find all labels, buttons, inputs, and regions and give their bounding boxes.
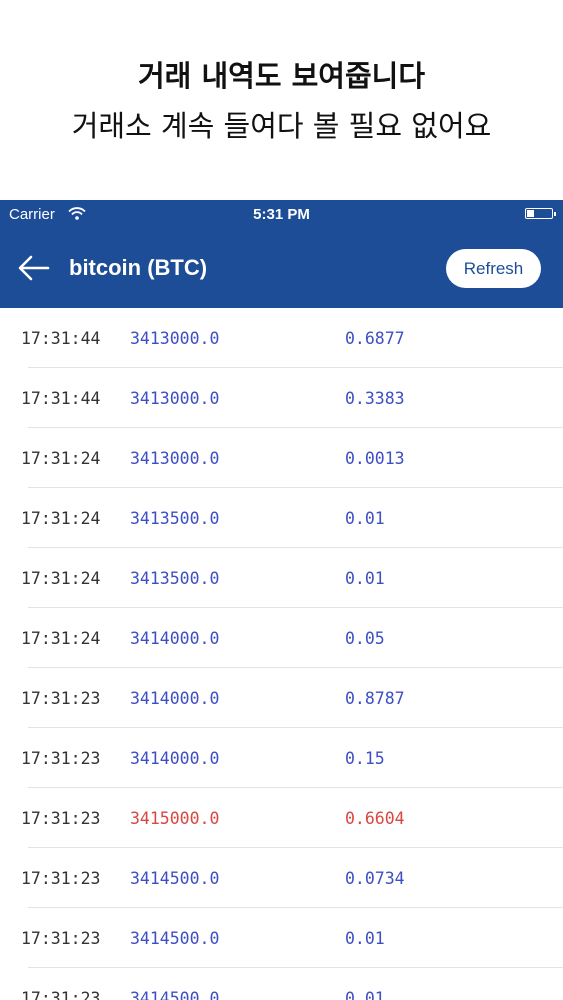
trade-price: 3414000.0 [130, 749, 220, 768]
trade-price: 3413000.0 [130, 449, 220, 468]
trade-row: 17:31:23 3414000.0 0.8787 [0, 668, 563, 728]
trade-row: 17:31:24 3414000.0 0.05 [0, 608, 563, 668]
trade-row: 17:31:24 3413500.0 0.01 [0, 548, 563, 608]
trade-row: 17:31:23 3414500.0 0.01 [0, 908, 563, 968]
trade-price: 3413000.0 [130, 329, 220, 348]
trade-price: 3413500.0 [130, 509, 220, 528]
trade-price: 3413000.0 [130, 389, 220, 408]
trade-row: 17:31:23 3414500.0 0.01 [0, 968, 563, 1000]
trade-time: 17:31:23 [21, 989, 101, 1000]
trade-row: 17:31:23 3414000.0 0.15 [0, 728, 563, 788]
trade-time: 17:31:24 [21, 509, 101, 528]
trade-price: 3414500.0 [130, 929, 220, 948]
trade-amount: 0.15 [345, 749, 385, 768]
trade-row: 17:31:23 3414500.0 0.0734 [0, 848, 563, 908]
status-time: 5:31 PM [253, 206, 310, 223]
promo-banner: 거래 내역도 보여줍니다 거래소 계속 들여다 볼 필요 없어요 [0, 0, 563, 200]
trade-row: 17:31:23 3415000.0 0.6604 [0, 788, 563, 848]
trade-time: 17:31:44 [21, 329, 101, 348]
trade-amount: 0.01 [345, 509, 385, 528]
trade-row: 17:31:24 3413000.0 0.0013 [0, 428, 563, 488]
trade-time: 17:31:23 [21, 869, 101, 888]
trade-amount: 0.01 [345, 569, 385, 588]
trade-time: 17:31:24 [21, 569, 101, 588]
trade-amount: 0.3383 [345, 389, 405, 408]
app-bar: Carrier 5:31 PM bitcoin (BTC) Refresh [0, 200, 563, 308]
trade-amount: 0.6604 [345, 809, 405, 828]
trade-time: 17:31:23 [21, 749, 101, 768]
promo-headline: 거래 내역도 보여줍니다 [138, 59, 425, 93]
trade-time: 17:31:24 [21, 449, 101, 468]
trade-amount: 0.01 [345, 929, 385, 948]
phone-screen: Carrier 5:31 PM bitcoin (BTC) Refresh 17… [0, 200, 563, 1000]
trade-price: 3414500.0 [130, 869, 220, 888]
trade-time: 17:31:23 [21, 689, 101, 708]
trade-price: 3415000.0 [130, 809, 220, 828]
page-title: bitcoin (BTC) [69, 255, 208, 280]
trade-amount: 0.01 [345, 989, 385, 1000]
trade-time: 17:31:23 [21, 929, 101, 948]
trade-row: 17:31:44 3413000.0 0.6877 [0, 308, 563, 368]
refresh-button[interactable]: Refresh [446, 249, 541, 288]
status-bar: Carrier 5:31 PM [0, 200, 563, 228]
trade-amount: 0.0013 [345, 449, 405, 468]
trade-list[interactable]: 17:31:44 3413000.0 0.6877 17:31:44 3413000.0… [0, 308, 563, 1000]
trade-price: 3413500.0 [130, 569, 220, 588]
trade-amount: 0.05 [345, 629, 385, 648]
trade-price: 3414500.0 [130, 989, 220, 1000]
trade-price: 3414000.0 [130, 689, 220, 708]
trade-price: 3414000.0 [130, 629, 220, 648]
battery-icon [525, 208, 556, 219]
promo-subheadline: 거래소 계속 들여다 볼 필요 없어요 [71, 109, 492, 143]
trade-time: 17:31:23 [21, 809, 101, 828]
trade-row: 17:31:24 3413500.0 0.01 [0, 488, 563, 548]
arrow-left-icon[interactable] [16, 253, 52, 283]
trade-amount: 0.8787 [345, 689, 405, 708]
trade-time: 17:31:24 [21, 629, 101, 648]
trade-amount: 0.0734 [345, 869, 405, 888]
trade-amount: 0.6877 [345, 329, 405, 348]
trade-row: 17:31:44 3413000.0 0.3383 [0, 368, 563, 428]
trade-time: 17:31:44 [21, 389, 101, 408]
